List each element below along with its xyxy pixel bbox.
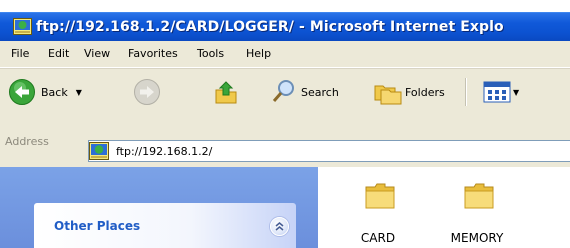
folder-label: CARD: [360, 231, 396, 245]
forward-arrow-icon: [134, 79, 160, 105]
menu-favorites[interactable]: Favorites: [128, 47, 178, 60]
other-places-header[interactable]: Other Places: [34, 203, 296, 248]
explorer-window: ftp://192.168.1.2/CARD/LOGGER/ - Microso…: [0, 0, 570, 248]
up-folder-button[interactable]: [212, 77, 240, 107]
menu-view[interactable]: View: [84, 47, 110, 60]
toolbar-separator: [465, 78, 467, 106]
search-button[interactable]: Search: [270, 77, 339, 107]
up-folder-icon: [215, 81, 237, 104]
address-label: Address: [5, 135, 49, 148]
folders-button[interactable]: Folders: [373, 77, 445, 107]
views-icon: [483, 81, 511, 103]
ftp-globe-icon: [13, 18, 32, 35]
search-icon: [272, 80, 294, 102]
address-input[interactable]: ftp://192.168.1.2/: [88, 140, 570, 162]
address-value: ftp://192.168.1.2/: [116, 145, 213, 158]
dropdown-arrow-icon[interactable]: ▼: [76, 88, 82, 97]
back-label: Back: [41, 85, 68, 99]
collapse-button[interactable]: [270, 217, 289, 236]
file-list: CARD MEMORY: [318, 167, 570, 248]
folder-item-card[interactable]: CARD: [333, 181, 423, 248]
folder-item-memory[interactable]: MEMORY: [432, 181, 522, 248]
ftp-globe-icon: [89, 142, 109, 160]
menu-help[interactable]: Help: [246, 47, 271, 60]
forward-button[interactable]: [133, 77, 161, 107]
toolbar: Back ▼ Search Folders ▼: [0, 68, 570, 116]
menu-bar: File Edit View Favorites Tools Help: [0, 41, 570, 68]
folder-label: MEMORY: [450, 231, 504, 245]
title-bar[interactable]: ftp://192.168.1.2/CARD/LOGGER/ - Microso…: [0, 12, 570, 41]
menu-tools[interactable]: Tools: [197, 47, 224, 60]
dropdown-arrow-icon[interactable]: ▼: [513, 88, 519, 97]
back-button[interactable]: Back ▼: [8, 77, 82, 107]
folder-icon: [464, 183, 494, 209]
menu-edit[interactable]: Edit: [48, 47, 69, 60]
back-arrow-icon: [9, 79, 35, 105]
menu-file[interactable]: File: [11, 47, 29, 60]
search-label: Search: [301, 85, 339, 99]
window-title: ftp://192.168.1.2/CARD/LOGGER/ - Microso…: [36, 19, 504, 35]
folders-label: Folders: [405, 85, 445, 99]
address-bar: Address ftp://192.168.1.2/: [0, 115, 570, 167]
double-chevron-up-icon: [275, 222, 284, 231]
views-button[interactable]: ▼: [483, 77, 519, 107]
task-pane: Other Places: [0, 167, 318, 248]
folder-icon: [365, 183, 395, 209]
other-places-title: Other Places: [54, 219, 141, 233]
folders-icon: [374, 85, 402, 105]
